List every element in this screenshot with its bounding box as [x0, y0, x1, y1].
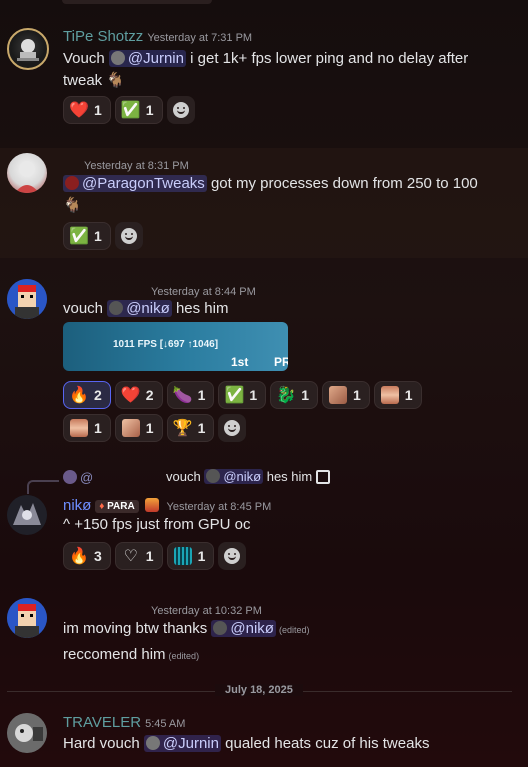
embed-stat: 1011 FPS [↓697 ↑1046] [113, 339, 219, 350]
previous-message-edge [62, 0, 212, 4]
image-icon [315, 470, 330, 484]
reply-connector [27, 480, 59, 494]
custom-emoji-5 [173, 547, 192, 565]
add-reaction-button[interactable] [218, 542, 247, 570]
date-divider-label: July 18, 2025 [215, 684, 303, 696]
heart-emoji: ❤️ [120, 387, 141, 404]
goat-emoji: 🐐 [106, 72, 126, 89]
avatar[interactable] [7, 28, 49, 70]
heart-emoji: ❤️ [69, 102, 89, 119]
add-reaction-button[interactable] [166, 96, 195, 124]
avatar[interactable] [7, 279, 47, 319]
message-text: im moving btw thanks @nikø (edited) [63, 620, 310, 637]
timestamp: Yesterday at 8:31 PM [84, 160, 189, 172]
custom-emoji-2 [380, 386, 399, 404]
message-2: Yesterday at 8:31 PM @ParagonTweaks got … [0, 148, 528, 258]
smile-icon [224, 420, 241, 436]
custom-emoji-4 [121, 419, 140, 437]
message-text: @ParagonTweaks got my processes down fro… [63, 173, 478, 195]
user-mention[interactable]: @Jurnin [143, 735, 221, 752]
eggplant-emoji: 🍆 [172, 387, 193, 404]
reply-preview[interactable]: @ [63, 470, 93, 485]
flame-icon: ♦ [99, 501, 105, 512]
custom-emoji-1 [328, 386, 347, 404]
username[interactable]: TiPe Shotzz [63, 28, 143, 45]
custom-emoji-3 [70, 419, 88, 437]
avatar[interactable] [7, 598, 47, 638]
reaction[interactable]: 🔥 3 [63, 542, 111, 570]
role-icon [144, 498, 159, 512]
reaction[interactable]: ✅ 1 [218, 381, 267, 409]
reaction[interactable]: 🏆 1 [166, 414, 215, 442]
avatar[interactable] [7, 153, 47, 193]
message-text: vouch @nikø hes him [63, 300, 229, 317]
message-text: Hard vouch @Jurnin qualed heats cuz of h… [63, 735, 430, 752]
image-attachment[interactable]: 1011 FPS [↓697 ↑1046] 1st PR [63, 322, 288, 371]
guild-tag-badge[interactable]: ♦ PARA [95, 500, 139, 513]
timestamp: Yesterday at 8:45 PM [166, 501, 272, 513]
reaction[interactable]: ❤️ 2 [114, 381, 163, 409]
reaction[interactable]: ✅ 1 [63, 222, 111, 250]
message-header: nikø ♦ PARA Yesterday at 8:45 PM [63, 497, 271, 514]
reaction[interactable]: 1 [321, 381, 370, 409]
timestamp: Yesterday at 8:44 PM [151, 286, 256, 298]
message-1: TiPe Shotzz Yesterday at 7:31 PM Vouch @J… [0, 24, 528, 134]
embed-rank: 1st [231, 355, 249, 369]
avatar[interactable] [7, 495, 47, 535]
user-mention[interactable]: @nikø [211, 620, 276, 637]
fire-emoji: 🔥 [69, 387, 89, 404]
message-text-line2: reccomend him (edited) [63, 646, 200, 663]
user-mention[interactable]: @nikø [204, 469, 264, 484]
check-emoji: ✅ [120, 102, 141, 119]
user-mention[interactable]: @nikø [107, 300, 172, 317]
goat-emoji: 🐐 [63, 197, 82, 214]
reaction[interactable]: 🍆 1 [166, 381, 215, 409]
embed-tag: PR [274, 355, 288, 369]
reply-avatar [63, 470, 77, 484]
user-mention[interactable]: @Jurnin [108, 50, 186, 67]
reaction[interactable]: 1 [63, 414, 111, 442]
avatar[interactable] [7, 713, 47, 753]
reaction[interactable]: ♡ 1 [114, 542, 163, 570]
reaction[interactable]: 1 [114, 414, 163, 442]
dragon-emoji: 🐉 [276, 387, 297, 404]
edited-label: (edited) [168, 651, 200, 661]
message-text-line2: tweak 🐐 [63, 72, 126, 89]
check-emoji: ✅ [69, 228, 89, 245]
smile-icon [172, 102, 189, 118]
timestamp: Yesterday at 7:31 PM [147, 32, 253, 44]
smile-icon [120, 228, 137, 244]
reaction[interactable]: 🐉 1 [270, 381, 318, 409]
smile-icon [224, 548, 241, 564]
reply-text[interactable]: vouch @nikø hes him [166, 469, 330, 484]
timestamp: Yesterday at 10:32 PM [151, 605, 262, 617]
username[interactable]: nikø [63, 497, 91, 514]
check-emoji: ✅ [224, 387, 245, 404]
add-reaction-button[interactable] [218, 414, 247, 442]
reaction[interactable]: 🔥 2 [63, 381, 111, 409]
add-reaction-button[interactable] [114, 222, 143, 250]
username[interactable]: TRAVELER [63, 714, 141, 731]
message-text: ^ +150 fps just from GPU oc [63, 516, 251, 533]
edited-label: (edited) [278, 625, 310, 635]
reaction[interactable]: ❤️ 1 [63, 96, 111, 124]
fire-emoji: 🔥 [69, 548, 89, 565]
reaction[interactable]: 1 [166, 542, 215, 570]
user-mention[interactable]: @ParagonTweaks [63, 175, 207, 192]
heart-outline-emoji: ♡ [123, 548, 138, 565]
message-text: Vouch @Jurnin i get 1k+ fps lower ping a… [63, 50, 469, 67]
reaction[interactable]: 1 [373, 381, 422, 409]
trophy-emoji: 🏆 [172, 420, 193, 437]
reaction[interactable]: ✅ 1 [114, 96, 163, 124]
timestamp: 5:45 AM [145, 718, 186, 730]
